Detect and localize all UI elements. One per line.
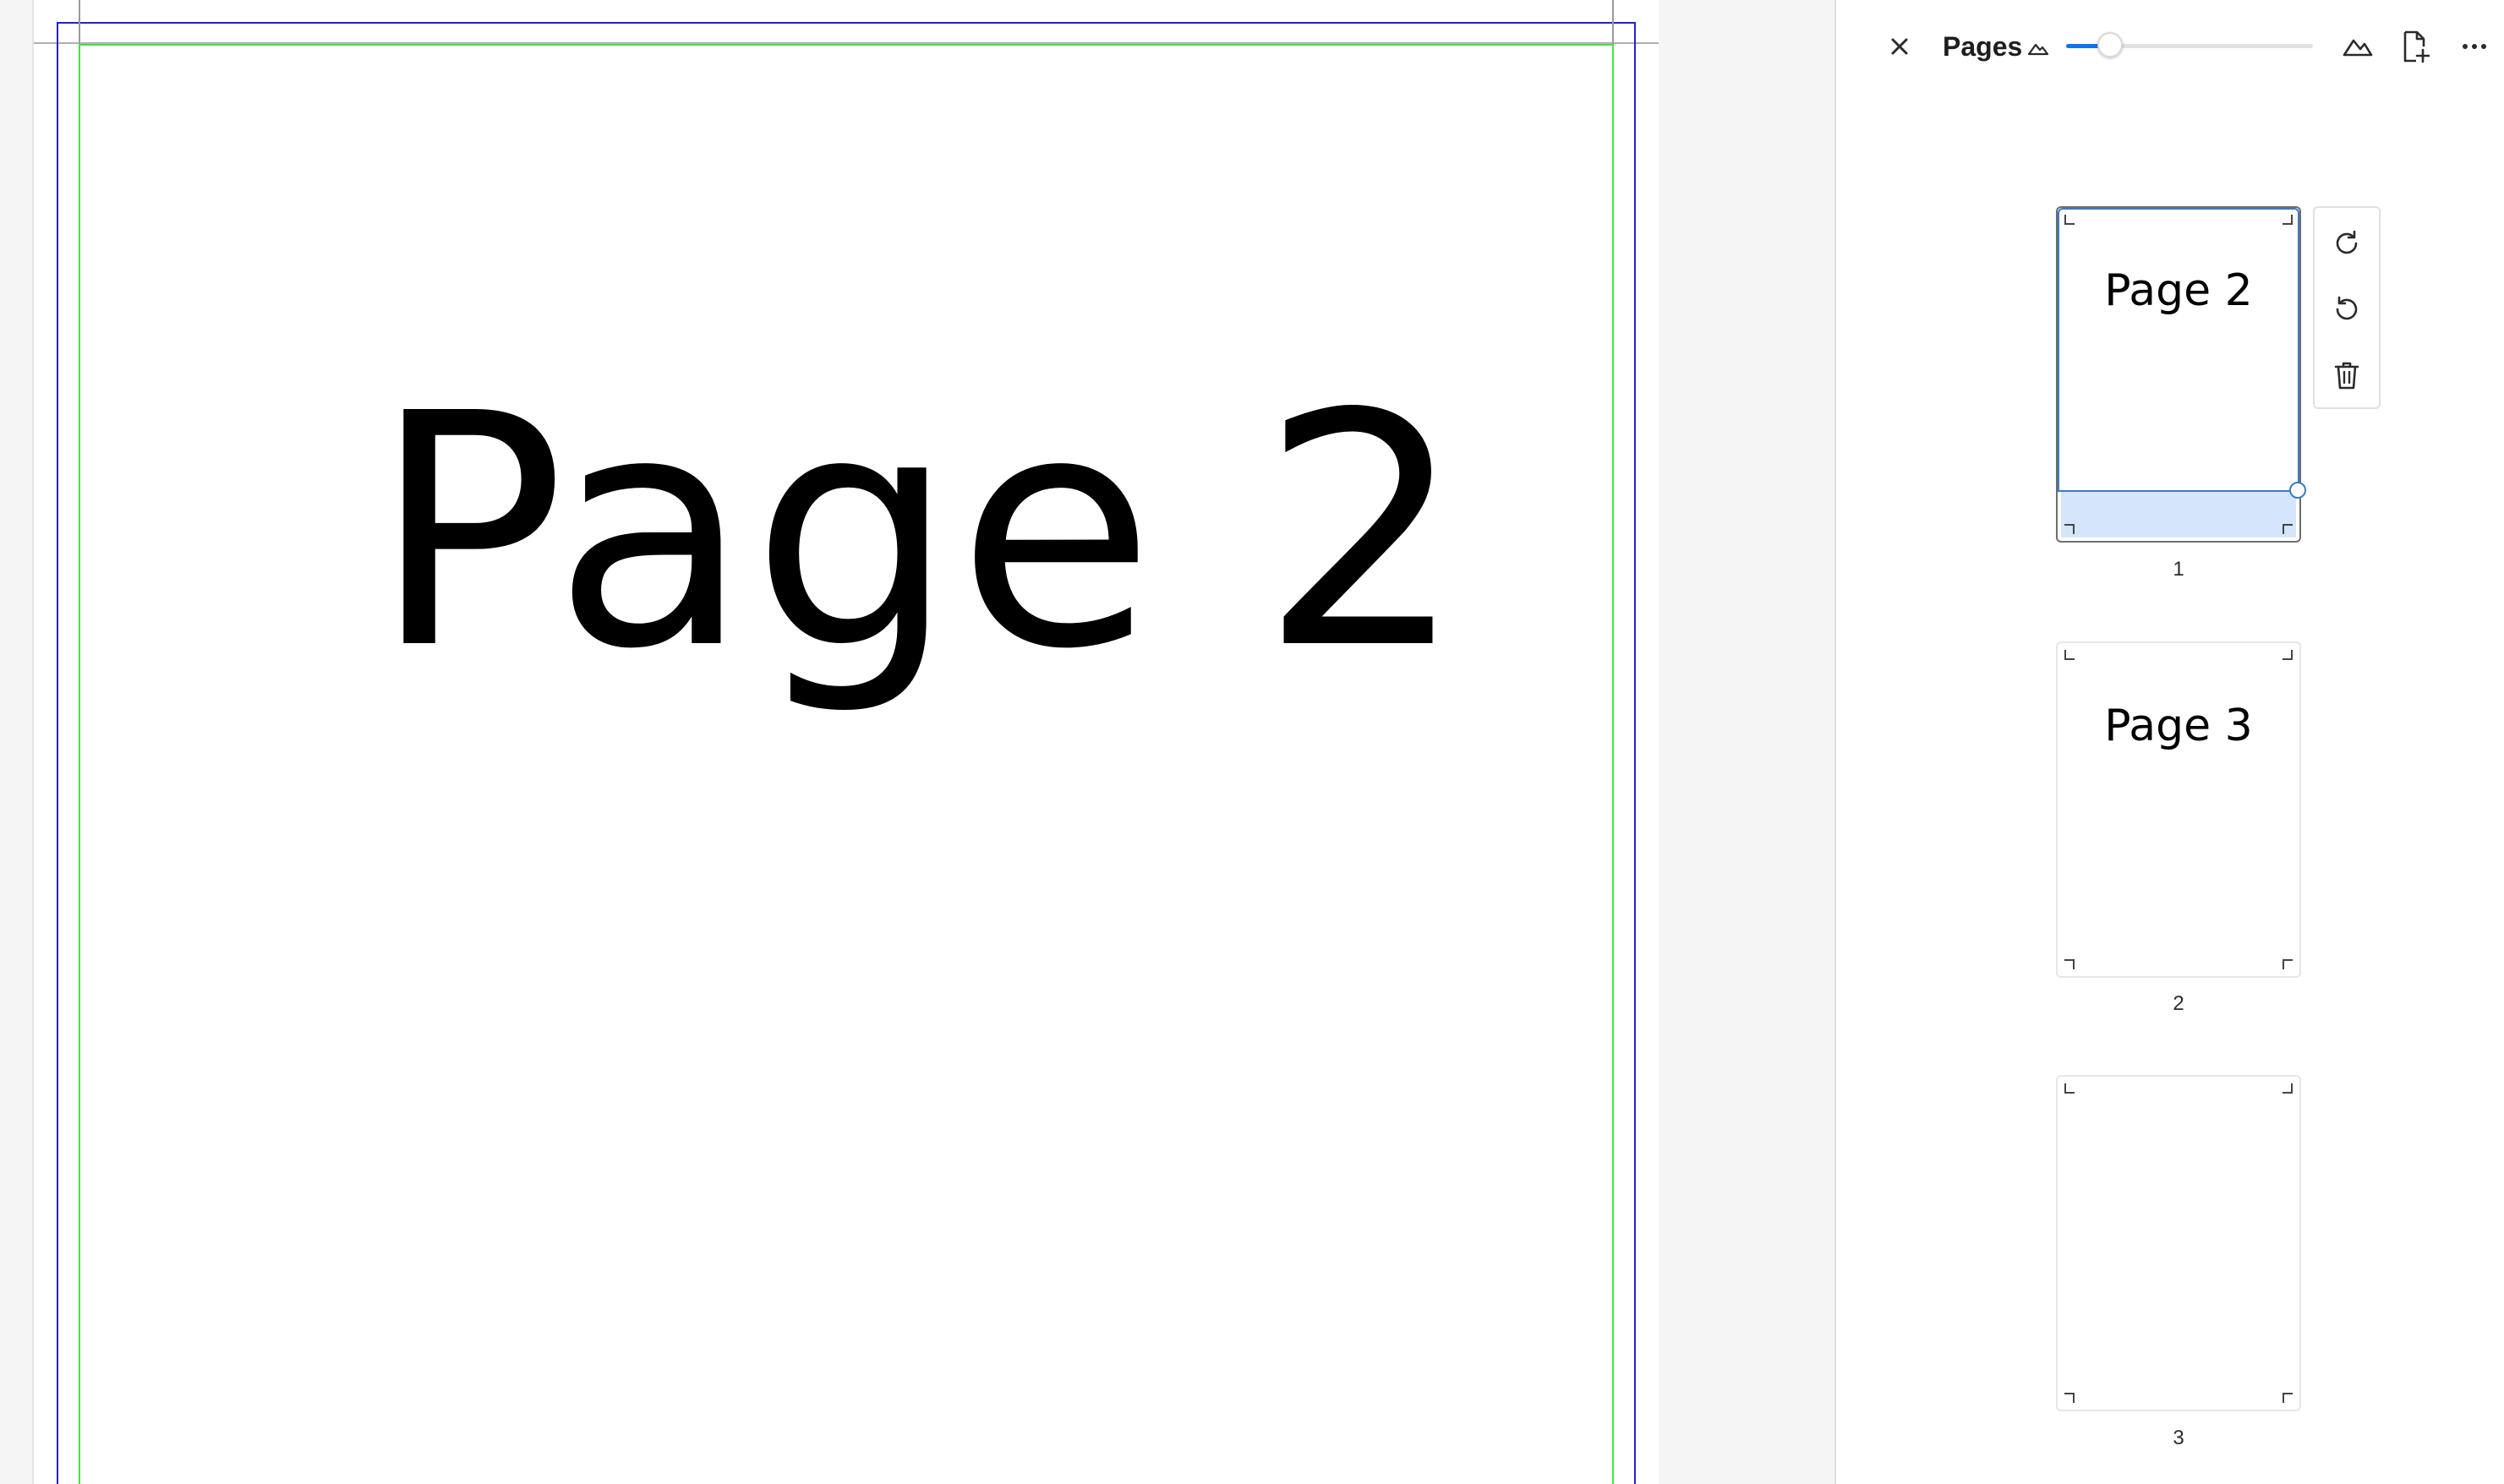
- close-button[interactable]: [1878, 25, 1921, 68]
- crop-corner: [2064, 959, 2075, 969]
- zoom-out-thumbnails-button[interactable]: [2024, 34, 2053, 63]
- trash-icon: [2334, 362, 2359, 390]
- rotate-clockwise-icon: [2336, 230, 2358, 254]
- rotate-counterclockwise-button[interactable]: [2326, 289, 2367, 330]
- crop-corner: [2064, 215, 2075, 225]
- rotate-clockwise-button[interactable]: [2326, 223, 2367, 264]
- margin-guide-right: [1634, 22, 1636, 1484]
- page-thumbnail[interactable]: Page 2: [2056, 206, 2301, 543]
- thumbnail-title: Page 3: [2104, 701, 2253, 751]
- crop-corner: [2283, 959, 2293, 969]
- close-icon: [1891, 38, 1908, 55]
- page-heading-text[interactable]: Page 2: [372, 372, 1471, 693]
- crop-corner: [2283, 524, 2293, 534]
- crop-corner: [2283, 1393, 2293, 1403]
- crop-corner: [2064, 524, 2075, 534]
- thumbnail-size-slider[interactable]: [2066, 30, 2313, 61]
- safe-area-guide-right: [1612, 44, 1614, 1484]
- crop-corner: [2064, 650, 2075, 660]
- thumbnail-action-toolbar: [2313, 206, 2381, 409]
- crop-corner: [2283, 215, 2293, 225]
- crop-corner: [2064, 1083, 2075, 1094]
- margin-guide-top: [57, 22, 1636, 24]
- fold-resize-handle[interactable]: [2289, 482, 2306, 499]
- page-thumbnail[interactable]: [2056, 1075, 2301, 1411]
- crop-corner: [2064, 1393, 2075, 1403]
- mountain-large-icon: [2343, 39, 2373, 57]
- page-thumbnail[interactable]: Page 3: [2056, 641, 2301, 978]
- add-page-button[interactable]: [2394, 25, 2436, 68]
- crop-corner: [2283, 650, 2293, 660]
- thumbnail-selection: [2058, 208, 2299, 492]
- thumbnail-title: Page 2: [2104, 265, 2253, 316]
- page-number: 3: [2173, 1427, 2184, 1449]
- more-options-button[interactable]: [2453, 25, 2496, 68]
- thumbnail-fold-area: [2061, 492, 2296, 537]
- panel-title: Pages: [1943, 31, 2023, 62]
- safe-area-guide-left: [79, 44, 80, 1484]
- slider-thumb[interactable]: [2097, 32, 2123, 57]
- delete-page-button[interactable]: [2326, 355, 2367, 396]
- rotate-counterclockwise-icon: [2336, 296, 2358, 320]
- safe-area-guide-top: [79, 44, 1614, 46]
- document-page[interactable]: Page 2: [34, 0, 1659, 1484]
- add-page-icon: [2403, 30, 2430, 63]
- crop-corner: [2283, 1083, 2293, 1094]
- document-canvas[interactable]: Page 2: [0, 0, 1834, 1484]
- crop-mark-right: [1612, 0, 1614, 44]
- crop-mark-left: [79, 0, 80, 44]
- page-number: 2: [2173, 992, 2184, 1015]
- page-number: 1: [2173, 558, 2184, 581]
- zoom-in-thumbnails-button[interactable]: [2337, 25, 2379, 68]
- margin-guide-left: [57, 22, 58, 1484]
- more-icon: [2463, 44, 2486, 49]
- mountain-small-icon: [2027, 43, 2049, 56]
